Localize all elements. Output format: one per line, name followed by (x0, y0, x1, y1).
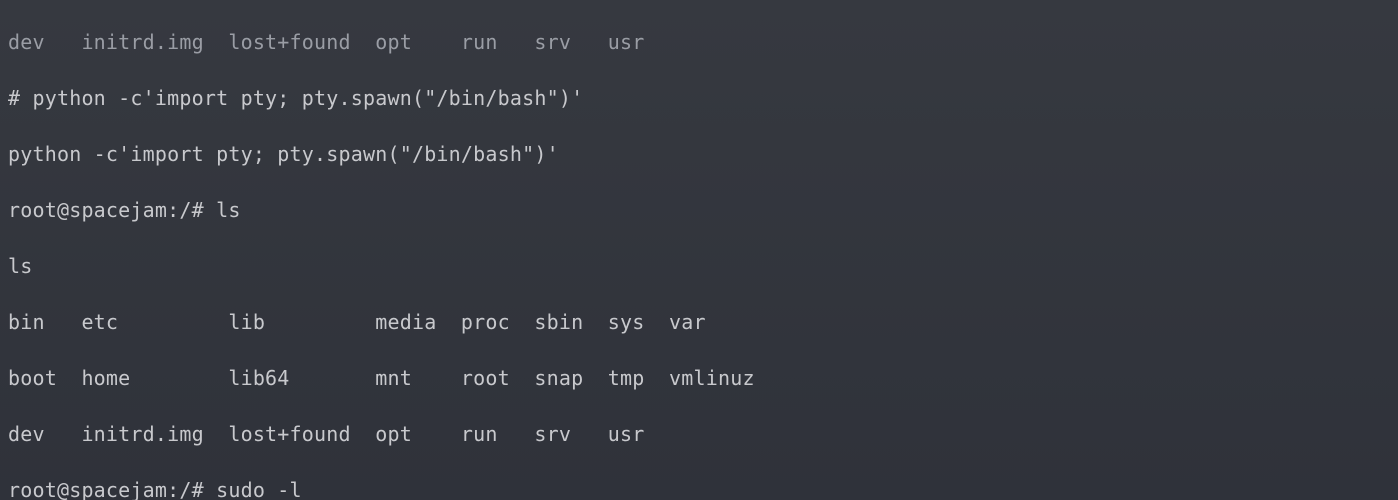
prompt-line: root@spacejam:/# sudo -l (8, 476, 1390, 500)
ls-row: bin etc lib media proc sbin sys var (8, 308, 1390, 336)
output-line: python -c'import pty; pty.spawn("/bin/ba… (8, 140, 1390, 168)
ls-row: dev initrd.img lost+found opt run srv us… (8, 420, 1390, 448)
ls-row: boot home lib64 mnt root snap tmp vmlinu… (8, 364, 1390, 392)
prompt-line: root@spacejam:/# ls (8, 196, 1390, 224)
output-line: # python -c'import pty; pty.spawn("/bin/… (8, 84, 1390, 112)
terminal-output[interactable]: dev initrd.img lost+found opt run srv us… (0, 0, 1398, 500)
output-line: ls (8, 252, 1390, 280)
output-line: dev initrd.img lost+found opt run srv us… (8, 28, 1390, 56)
